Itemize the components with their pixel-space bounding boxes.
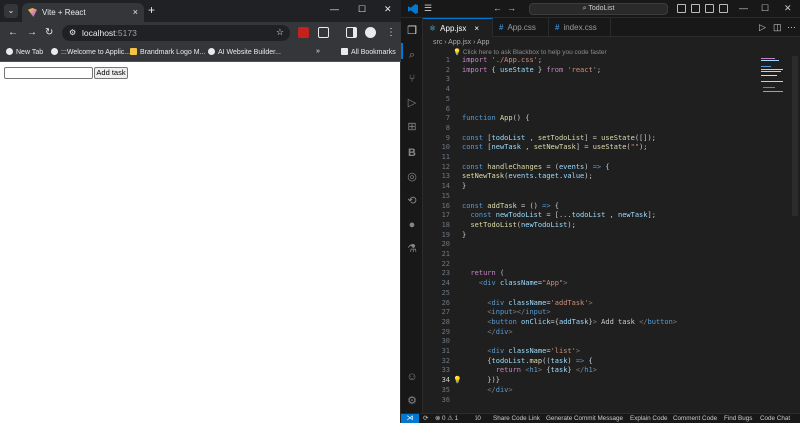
add-task-button[interactable]: Add task xyxy=(94,67,128,79)
vscode-window: ☰ ← → ⌕ TodoList — ☐ ✕ ❐ ⌕ ⑂ ▷ ⊞ B ◎ ⟲ ●… xyxy=(401,0,800,423)
forward-arrow-icon[interactable]: → xyxy=(507,3,516,13)
tab-close-icon[interactable]: × xyxy=(133,7,138,17)
tab-app-css[interactable]: # App.css xyxy=(493,18,549,37)
vscode-maximize-button[interactable]: ☐ xyxy=(761,3,769,14)
bookmark-star-icon[interactable]: ☆ xyxy=(276,27,284,38)
menu-icon[interactable]: ☰ xyxy=(424,3,432,14)
accounts-icon[interactable]: ☺ xyxy=(405,370,419,384)
blackbox-hint[interactable]: 💡 Click here to ask Blackbox to help you… xyxy=(453,48,607,56)
close-window-button[interactable]: ✕ xyxy=(384,4,392,15)
remote-indicator-icon[interactable]: ⋊ xyxy=(401,414,419,423)
search-icon[interactable]: ⌕ xyxy=(405,48,419,62)
problems-indicator[interactable]: ⊗ 0 ⚠ 1 xyxy=(435,414,458,423)
browser-tab-strip: ⌄ Vite + React × + — ☐ ✕ xyxy=(0,0,401,22)
minimize-button[interactable]: — xyxy=(330,4,339,14)
tab-app-jsx[interactable]: ⚛ App.jsx × xyxy=(423,18,493,37)
brandmark-icon xyxy=(130,48,137,55)
vscode-minimize-button[interactable]: — xyxy=(739,3,748,13)
address-bar[interactable]: ⚙ localhost:5173 ☆ xyxy=(62,25,290,41)
ai-builder-icon xyxy=(208,48,215,55)
run-debug-icon[interactable]: ▷ xyxy=(405,96,419,110)
editor-tabs: ⚛ App.jsx × # App.css # index.css ▷ ◫ ⋯ xyxy=(423,18,800,37)
bookmarks-overflow-button[interactable]: » xyxy=(316,48,320,55)
browser-tab-active[interactable]: Vite + React × xyxy=(22,3,144,22)
bookmark-item[interactable]: AI Website Builder... xyxy=(208,48,281,56)
toggle-panel-icon[interactable] xyxy=(691,4,700,13)
lightbulb-icon: 💡 xyxy=(453,49,462,56)
browser-toolbar: ← → ↻ ⚙ localhost:5173 ☆ ⋮ xyxy=(0,22,401,44)
blackbox-icon[interactable]: B xyxy=(405,146,419,160)
bookmarks-bar: New Tab :::Welcome to Applic... Brandmar… xyxy=(0,44,401,62)
code-editor[interactable]: 1 import './App.css'; 2 import { useState … xyxy=(423,56,781,413)
more-actions-icon[interactable]: ⋯ xyxy=(787,22,796,33)
testing-icon[interactable]: ⚗ xyxy=(405,242,419,256)
status-share-code-link[interactable]: Share Code Link xyxy=(493,414,540,423)
ublock-extension-icon[interactable] xyxy=(298,27,309,38)
quick-fix-lightbulb-icon[interactable]: 💡 xyxy=(453,376,462,386)
browser-window: ⌄ Vite + React × + — ☐ ✕ ← → ↻ ⚙ localho… xyxy=(0,0,401,423)
status-explain-code[interactable]: Explain Code xyxy=(630,414,667,423)
site-info-icon[interactable]: ⚙ xyxy=(69,28,76,37)
vertical-scrollbar[interactable] xyxy=(792,56,798,216)
all-bookmarks-button[interactable]: All Bookmarks xyxy=(341,48,396,56)
explorer-icon[interactable]: ❐ xyxy=(405,24,419,38)
profile-avatar[interactable] xyxy=(365,27,376,38)
breadcrumb[interactable]: src › App.jsx › App xyxy=(423,37,800,48)
back-button[interactable]: ← xyxy=(8,27,18,38)
ports-indicator[interactable]: ⟟0 xyxy=(475,414,481,423)
css-icon: # xyxy=(555,23,560,32)
globe-icon xyxy=(51,48,58,55)
settings-gear-icon[interactable]: ⚙ xyxy=(405,394,419,408)
source-control-icon[interactable]: ⑂ xyxy=(405,72,419,86)
status-code-chat[interactable]: Code Chat xyxy=(760,414,790,423)
tab-close-icon[interactable]: × xyxy=(474,24,479,33)
vscode-title-bar: ☰ ← → ⌕ TodoList — ☐ ✕ xyxy=(401,0,800,18)
bookmark-item[interactable]: Brandmark Logo M... xyxy=(130,48,205,56)
github-icon[interactable]: ● xyxy=(405,218,419,232)
live-share-icon[interactable]: ⟲ xyxy=(405,194,419,208)
folder-icon xyxy=(341,48,348,55)
maximize-button[interactable]: ☐ xyxy=(358,4,366,15)
remote-explorer-icon[interactable]: ◎ xyxy=(405,170,419,184)
address-url: localhost:5173 xyxy=(82,28,137,38)
reload-button[interactable]: ↻ xyxy=(45,27,53,38)
tab-index-css[interactable]: # index.css xyxy=(549,18,611,37)
forward-button[interactable]: → xyxy=(27,27,37,38)
page-content: Add task xyxy=(0,63,400,423)
activity-bar: ❐ ⌕ ⑂ ▷ ⊞ B ◎ ⟲ ● ⚗ ☺ ⚙ xyxy=(401,18,423,413)
split-editor-icon[interactable]: ◫ xyxy=(773,22,782,33)
vscode-logo-icon xyxy=(408,4,418,14)
side-panel-icon[interactable] xyxy=(346,27,357,38)
run-file-icon[interactable]: ▷ xyxy=(759,22,766,33)
customize-layout-icon[interactable] xyxy=(719,4,728,13)
react-icon: ⚛ xyxy=(429,24,437,33)
bookmark-item[interactable]: New Tab xyxy=(6,48,43,56)
browser-menu-icon[interactable]: ⋮ xyxy=(386,27,396,38)
sync-icon[interactable]: ⟳ xyxy=(423,414,428,423)
globe-icon xyxy=(6,48,13,55)
tab-search-button[interactable]: ⌄ xyxy=(4,4,18,18)
extensions-puzzle-icon[interactable] xyxy=(318,27,329,38)
vscode-close-button[interactable]: ✕ xyxy=(784,3,792,14)
toggle-secondary-sidebar-icon[interactable] xyxy=(705,4,714,13)
task-input[interactable] xyxy=(4,67,93,79)
status-find-bugs[interactable]: Find Bugs xyxy=(724,414,752,423)
status-bar: ⋊ ⟳ ⊗ 0 ⚠ 1 ⟟0 Share Code Link Generate … xyxy=(401,413,800,423)
command-center-search[interactable]: ⌕ TodoList xyxy=(529,3,668,15)
new-tab-button[interactable]: + xyxy=(148,4,155,16)
status-generate-commit[interactable]: Generate Commit Message xyxy=(546,414,623,423)
minimap[interactable] xyxy=(759,56,789,96)
status-comment-code[interactable]: Comment Code xyxy=(673,414,717,423)
active-indicator xyxy=(401,43,403,59)
extensions-icon[interactable]: ⊞ xyxy=(405,120,419,134)
tab-title: Vite + React xyxy=(42,8,86,17)
vite-favicon-icon xyxy=(28,8,37,17)
bookmark-item[interactable]: :::Welcome to Applic... xyxy=(51,48,130,56)
back-arrow-icon[interactable]: ← xyxy=(493,3,502,13)
toggle-sidebar-icon[interactable] xyxy=(677,4,686,13)
css-icon: # xyxy=(499,23,504,32)
